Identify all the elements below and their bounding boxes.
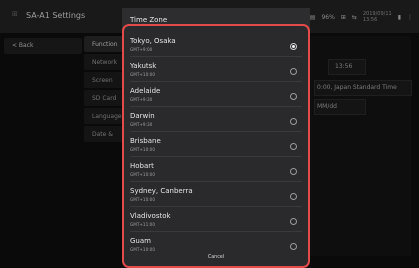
timezone-dialog: Tokyo, Osaka GMT+9:00 Yakutsk GMT+10:00 …	[122, 24, 310, 268]
radio-icon[interactable]	[290, 243, 297, 250]
radio-icon[interactable]	[290, 143, 297, 150]
radio-selected-icon[interactable]	[290, 43, 297, 50]
timezone-option[interactable]: Darwin GMT+9:30	[124, 107, 308, 132]
timezone-option[interactable]: Yakutsk GMT+10:00	[124, 57, 308, 82]
radio-icon[interactable]	[290, 68, 297, 75]
radio-icon[interactable]	[290, 168, 297, 175]
timezone-option[interactable]: Vladivostok GMT+11:00	[124, 207, 308, 232]
timezone-option[interactable]: Tokyo, Osaka GMT+9:00	[124, 32, 308, 57]
timezone-option[interactable]: Sydney, Canberra GMT+10:00	[124, 182, 308, 207]
radio-icon[interactable]	[290, 218, 297, 225]
radio-icon[interactable]	[290, 93, 297, 100]
timezone-option[interactable]: Guam GMT+10:00	[124, 232, 308, 252]
cancel-button[interactable]: Cancel	[124, 255, 308, 266]
radio-icon[interactable]	[290, 193, 297, 200]
dialog-title: Time Zone	[130, 16, 168, 24]
timezone-list[interactable]: Tokyo, Osaka GMT+9:00 Yakutsk GMT+10:00 …	[124, 26, 308, 252]
timezone-option[interactable]: Brisbane GMT+10:00	[124, 132, 308, 157]
timezone-option[interactable]: Hobart GMT+10:00	[124, 157, 308, 182]
radio-icon[interactable]	[290, 118, 297, 125]
timezone-option[interactable]: Adelaide GMT+9:30	[124, 82, 308, 107]
